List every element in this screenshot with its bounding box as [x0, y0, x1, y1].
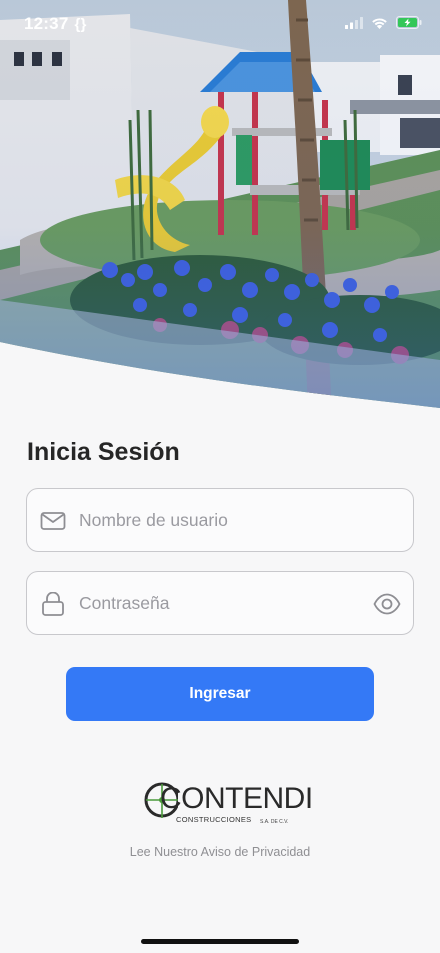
mail-icon: [40, 512, 66, 530]
status-time: 12:37{}: [24, 14, 87, 33]
contendi-logo: CONTENDI CONSTRUCCIONES S.A. DE C.V.: [138, 778, 313, 830]
hero-image: [0, 0, 440, 415]
privacy-notice-link[interactable]: Lee Nuestro Aviso de Privacidad: [0, 845, 440, 859]
eye-icon[interactable]: [373, 591, 401, 617]
wifi-icon: [372, 17, 387, 29]
lock-icon: [42, 592, 64, 616]
password-placeholder: Contraseña: [79, 593, 170, 613]
developer-indicator: {}: [74, 16, 87, 33]
home-indicator: [141, 939, 299, 944]
page-title: Inicia Sesión: [27, 438, 180, 466]
battery-charging-icon: [396, 16, 422, 29]
cellular-signal-icon: [345, 16, 363, 29]
status-icons: [345, 16, 422, 29]
logo-tagline: CONSTRUCCIONES: [176, 815, 252, 824]
status-bar: 12:37{}: [0, 0, 440, 52]
username-field[interactable]: Nombre de usuario: [26, 488, 414, 552]
login-button[interactable]: Ingresar: [66, 667, 374, 721]
username-placeholder: Nombre de usuario: [79, 510, 228, 530]
logo-legal: S.A. DE C.V.: [260, 819, 289, 825]
logo-name: CONTENDI: [160, 782, 313, 815]
password-field[interactable]: Contraseña: [26, 571, 414, 635]
